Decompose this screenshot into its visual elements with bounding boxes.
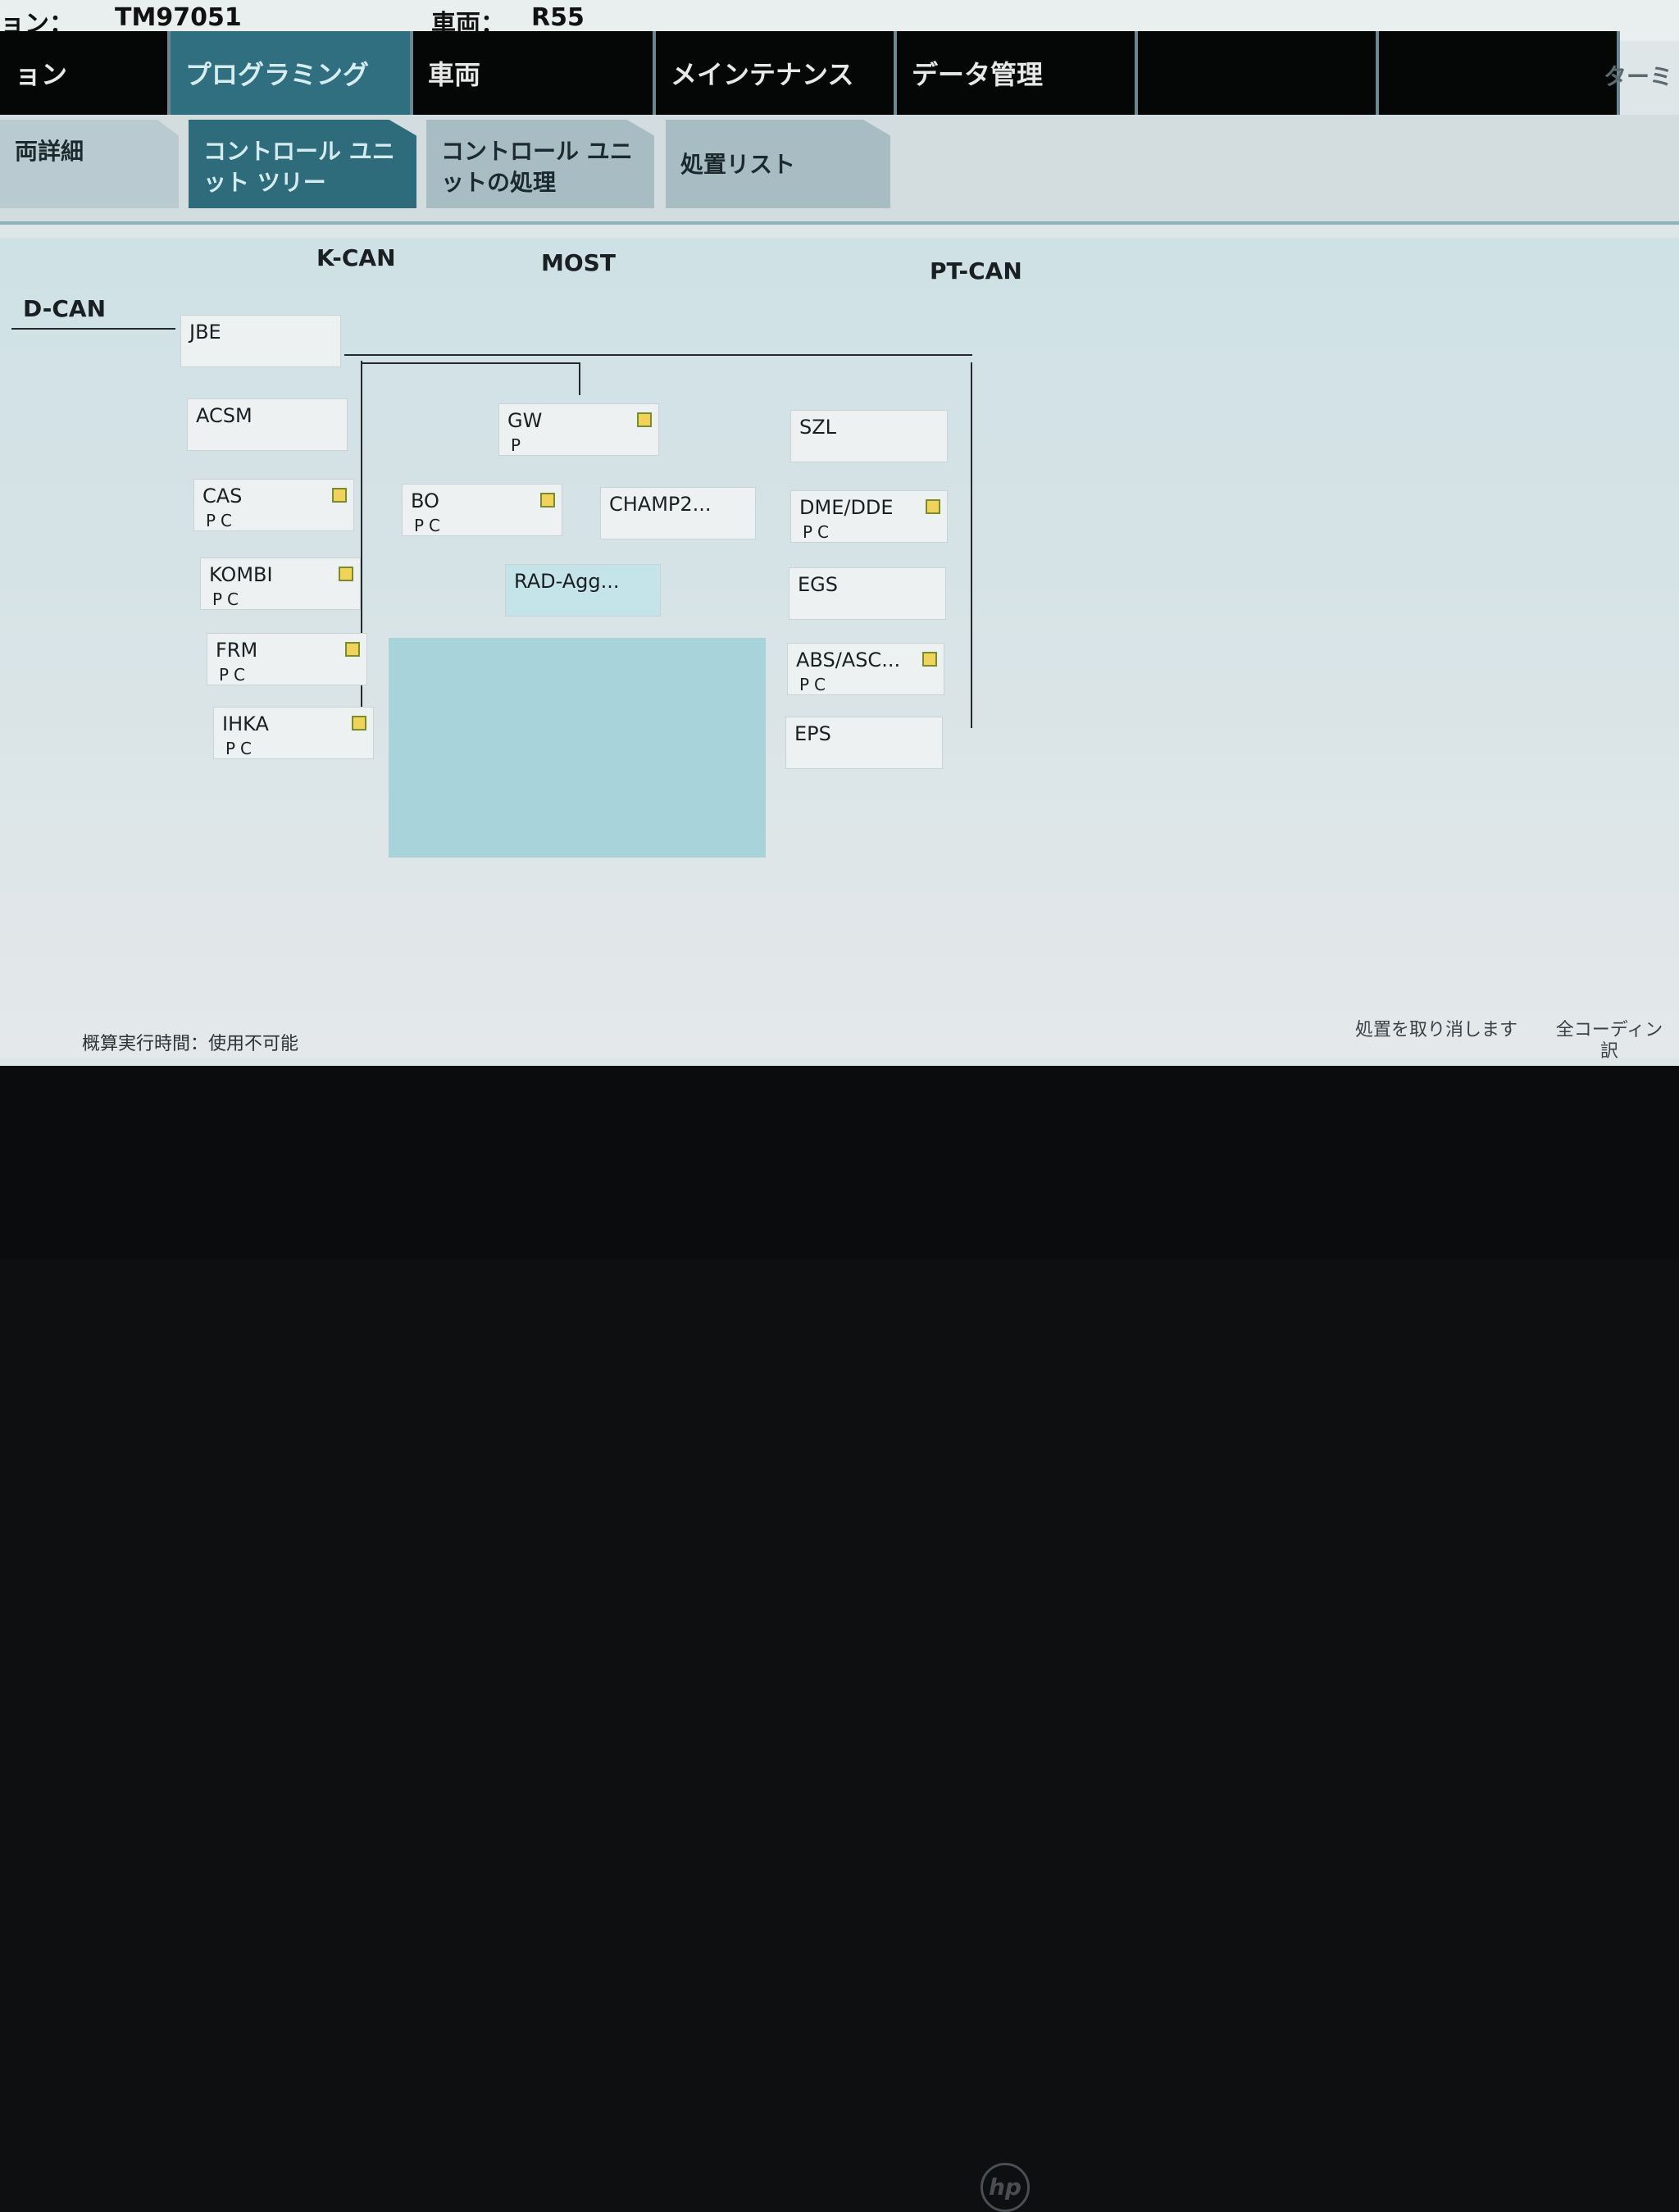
checkbox-icon[interactable] [339, 567, 353, 581]
estimated-time-status: 概算実行時間：使用不可能 [82, 1034, 299, 1054]
unit-szl[interactable]: SZL [790, 410, 948, 462]
unit-name: ABS/ASC... [796, 649, 901, 671]
pt-can-bus-line [971, 362, 972, 728]
tab-empty-1[interactable] [1138, 31, 1379, 128]
bus-k-can-label: K-CAN [316, 244, 396, 271]
laptop-bezel: hp [0, 1066, 1679, 2212]
unit-state: PC [225, 739, 257, 758]
unit-bo[interactable]: BO PC [402, 484, 562, 536]
control-unit-tree-area: D-CAN K-CAN MOST PT-CAN JBE ACSM CAS PC K… [0, 238, 1679, 1058]
unit-frm[interactable]: FRM PC [207, 633, 367, 685]
unit-state: PC [799, 675, 831, 694]
checkbox-icon[interactable] [332, 488, 347, 503]
unit-name: EPS [794, 722, 831, 745]
subtab-control-unit-tree[interactable]: コントロール ユニット ツリー [189, 120, 416, 208]
unit-name: KOMBI [209, 563, 273, 586]
checkbox-icon[interactable] [352, 716, 366, 731]
unit-state: PC [803, 522, 835, 542]
subtab-measures-list[interactable]: 処置リスト [666, 120, 890, 208]
checkbox-icon[interactable] [922, 652, 937, 667]
k-can-top-line [344, 354, 972, 356]
tab-programming[interactable]: プログラミング [171, 31, 413, 128]
unit-name: CHAMP2... [609, 493, 712, 516]
unit-name: SZL [799, 416, 837, 439]
bus-most-label: MOST [541, 249, 616, 276]
checkbox-icon[interactable] [540, 493, 555, 507]
unit-name: JBE [189, 321, 221, 344]
unit-name: GW [507, 409, 543, 432]
tab-session[interactable]: ョン [0, 31, 171, 128]
unit-state: PC [212, 589, 244, 609]
tab-maintenance[interactable]: メインテナンス [656, 31, 897, 128]
bus-d-can-label: D-CAN [23, 295, 107, 322]
most-ring-area [389, 638, 766, 858]
unit-cas[interactable]: CAS PC [193, 479, 354, 531]
cancel-measures-button[interactable]: 処置を取り消します [1351, 1020, 1522, 1041]
unit-acsm[interactable]: ACSM [187, 398, 348, 451]
unit-name: RAD-Agg... [514, 570, 620, 593]
tab-data-management[interactable]: データ管理 [897, 31, 1138, 128]
all-coding-button[interactable]: 全コーディン訳 [1548, 1020, 1671, 1063]
unit-gw[interactable]: GW P [498, 403, 659, 456]
unit-name: IHKA [222, 712, 269, 735]
sub-navigation: 両詳細 コントロール ユニット ツリー コントロール ユニットの処理 処置リスト [0, 115, 1679, 225]
most-drop-line [579, 362, 580, 395]
vehicle-value: R55 [531, 3, 585, 32]
unit-eps[interactable]: EPS [785, 717, 943, 769]
unit-state: PC [206, 511, 238, 530]
subtab-vehicle-details[interactable]: 両詳細 [0, 120, 179, 208]
unit-rad-agg[interactable]: RAD-Agg... [505, 564, 661, 617]
unit-jbe[interactable]: JBE [180, 315, 341, 367]
unit-champ2[interactable]: CHAMP2... [600, 487, 756, 539]
unit-abs-asc[interactable]: ABS/ASC... PC [787, 643, 944, 695]
unit-name: DME/DDE [799, 496, 894, 519]
unit-name: FRM [216, 639, 258, 662]
session-id: TM97051 [115, 3, 242, 32]
unit-dme-dde[interactable]: DME/DDE PC [790, 490, 948, 543]
subtab-control-unit-processing[interactable]: コントロール ユニットの処理 [426, 120, 654, 208]
diagnostic-screen: ョン： TM97051 車両： R55 ョン プログラミング 車両 メインテナン… [0, 0, 1679, 1066]
unit-name: EGS [798, 573, 838, 596]
unit-state: PC [414, 516, 446, 535]
d-can-line [11, 328, 175, 330]
unit-ihka[interactable]: IHKA PC [213, 707, 374, 759]
unit-name: CAS [202, 485, 243, 507]
unit-name: BO [411, 489, 439, 512]
unit-egs[interactable]: EGS [789, 567, 946, 620]
checkbox-icon[interactable] [345, 642, 360, 657]
checkbox-icon[interactable] [926, 499, 940, 514]
unit-state: P [511, 435, 526, 455]
checkbox-icon[interactable] [637, 412, 652, 427]
tab-vehicle[interactable]: 車両 [413, 31, 656, 128]
unit-state: PC [219, 665, 251, 685]
terminal-label[interactable]: ターミ [1604, 59, 1672, 92]
unit-kombi[interactable]: KOMBI PC [200, 558, 361, 610]
most-link-line [361, 362, 580, 364]
tab-empty-2[interactable] [1379, 31, 1620, 128]
hp-logo-icon: hp [981, 2163, 1030, 2212]
unit-name: ACSM [196, 404, 253, 427]
bus-pt-can-label: PT-CAN [930, 257, 1022, 284]
